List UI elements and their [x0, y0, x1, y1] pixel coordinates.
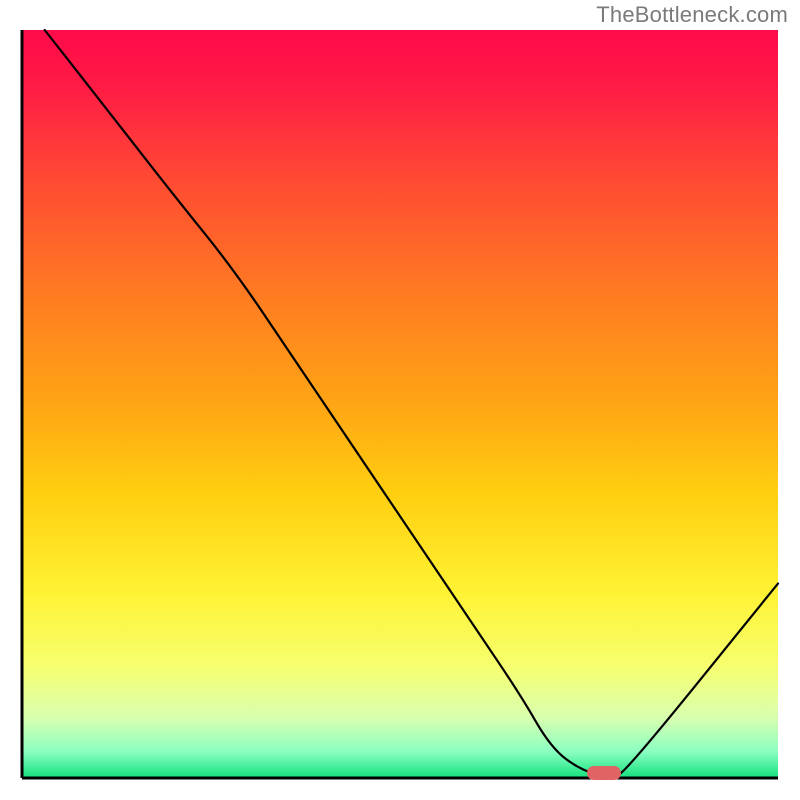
bottleneck-chart: TheBottleneck.com	[0, 0, 800, 800]
chart-canvas	[0, 0, 800, 800]
optimal-marker	[587, 766, 621, 780]
